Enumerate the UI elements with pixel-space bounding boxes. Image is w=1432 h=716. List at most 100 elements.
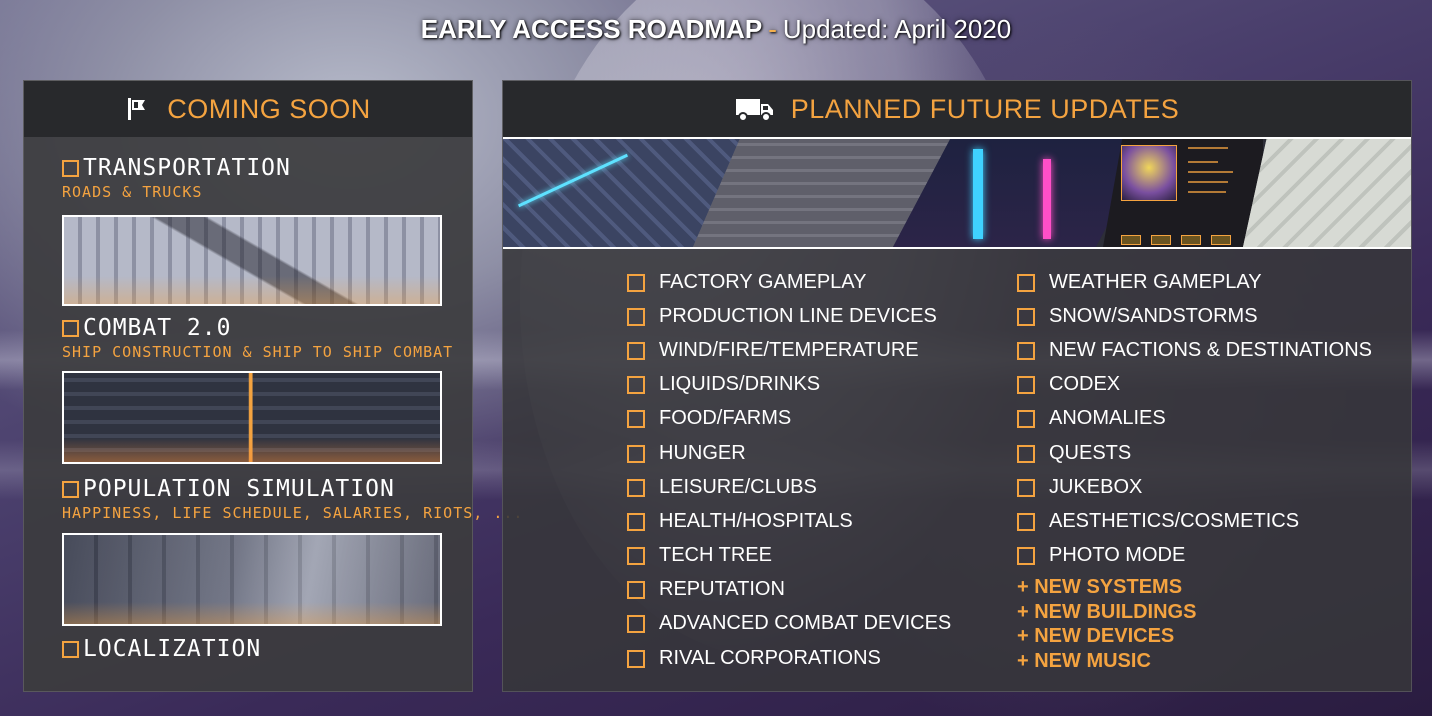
codex-line bbox=[1188, 181, 1228, 183]
feature-item: CODEX bbox=[1017, 373, 1120, 396]
checkbox-icon bbox=[627, 478, 645, 497]
feature-label: LIQUIDS/DRINKS bbox=[659, 373, 821, 395]
planned-updates-panel: PLANNED FUTURE UPDATES FACTORY GAMEPLAY … bbox=[502, 80, 1412, 692]
population-screenshot bbox=[62, 533, 442, 626]
feature-item: PRODUCTION LINE DEVICES bbox=[627, 305, 937, 328]
checkbox-icon bbox=[62, 480, 79, 498]
feature-item: ANOMALIES bbox=[1017, 407, 1166, 430]
feature-item: PHOTO MODE bbox=[1017, 544, 1185, 567]
feature-label: NEW FACTIONS & DESTINATIONS bbox=[1049, 339, 1372, 361]
feature-item: AESTHETICS/COSMETICS bbox=[1017, 510, 1299, 533]
checkbox-icon bbox=[1017, 546, 1035, 565]
checkbox-icon bbox=[1017, 375, 1035, 394]
feature-item: NEW FACTIONS & DESTINATIONS bbox=[1017, 339, 1372, 362]
coming-soon-panel: COMING SOON TRANSPORTATION ROADS & TRUCK… bbox=[23, 80, 522, 692]
feature-label: HEALTH/HOSPITALS bbox=[659, 510, 853, 532]
checkbox-icon bbox=[627, 580, 645, 599]
feature-label: FACTORY GAMEPLAY bbox=[659, 271, 867, 293]
feature-item: LIQUIDS/DRINKS bbox=[627, 373, 820, 396]
checkbox-icon bbox=[627, 307, 645, 326]
codex-tag bbox=[1151, 235, 1171, 245]
banner-snow-image bbox=[1243, 139, 1411, 247]
feature-label: RIVAL CORPORATIONS bbox=[659, 647, 881, 669]
feature-label: CODEX bbox=[1049, 373, 1121, 395]
feature-item: WEATHER GAMEPLAY bbox=[1017, 271, 1262, 294]
banner-codex-image bbox=[1103, 139, 1263, 247]
feature-item: WIND/FIRE/TEMPERATURE bbox=[627, 339, 919, 362]
feature-item: SNOW/SANDSTORMS bbox=[1017, 305, 1258, 328]
planned-updates-title: PLANNED FUTURE UPDATES bbox=[790, 93, 1180, 124]
checkbox-icon bbox=[1017, 341, 1035, 360]
feature-label: ANOMALIES bbox=[1049, 407, 1166, 429]
title-separator: - bbox=[768, 14, 777, 44]
checkbox-icon bbox=[627, 649, 645, 668]
feature-item: LEISURE/CLUBS bbox=[627, 476, 817, 499]
title-updated: Updated: April 2020 bbox=[782, 14, 1012, 44]
checkbox-icon bbox=[627, 512, 645, 531]
coming-soon-item: TRANSPORTATION ROADS & TRUCKS bbox=[62, 155, 291, 201]
combat-screenshot bbox=[62, 371, 442, 464]
checkbox-icon bbox=[627, 273, 645, 292]
checkbox-icon bbox=[1017, 307, 1035, 326]
feature-label: PHOTO MODE bbox=[1049, 544, 1186, 566]
checkbox-icon bbox=[62, 159, 79, 177]
extra-item: + NEW BUILDINGS bbox=[1017, 601, 1197, 623]
feature-item: RIVAL CORPORATIONS bbox=[627, 647, 881, 670]
feature-item: JUKEBOX bbox=[1017, 476, 1142, 499]
codex-line bbox=[1188, 147, 1228, 149]
feature-item: REPUTATION bbox=[627, 578, 785, 601]
item-subtitle: HAPPINESS, LIFE SCHEDULE, SALARIES, RIOT… bbox=[62, 504, 524, 522]
item-subtitle: SHIP CONSTRUCTION & SHIP TO SHIP COMBAT bbox=[62, 343, 454, 361]
feature-label: WIND/FIRE/TEMPERATURE bbox=[659, 339, 919, 361]
feature-item: ADVANCED COMBAT DEVICES bbox=[627, 612, 951, 635]
feature-label: WEATHER GAMEPLAY bbox=[1049, 271, 1262, 293]
coming-soon-item: COMBAT 2.0 SHIP CONSTRUCTION & SHIP TO S… bbox=[62, 315, 453, 361]
codex-tag bbox=[1121, 235, 1141, 245]
item-label: TRANSPORTATION bbox=[83, 155, 291, 181]
checkbox-icon bbox=[627, 546, 645, 565]
coming-soon-item: POPULATION SIMULATION HAPPINESS, LIFE SC… bbox=[62, 476, 523, 522]
feature-label: LEISURE/CLUBS bbox=[659, 476, 817, 498]
feature-label: REPUTATION bbox=[659, 578, 785, 600]
checkbox-icon bbox=[627, 614, 645, 633]
codex-line bbox=[1188, 171, 1233, 173]
codex-line bbox=[1188, 161, 1218, 163]
codex-portrait bbox=[1121, 145, 1177, 201]
feature-label: PRODUCTION LINE DEVICES bbox=[659, 305, 937, 327]
planned-updates-banner bbox=[503, 137, 1411, 249]
flag-icon bbox=[128, 98, 146, 120]
checkbox-icon bbox=[1017, 444, 1035, 463]
feature-label: QUESTS bbox=[1049, 442, 1132, 464]
item-label: COMBAT 2.0 bbox=[83, 315, 232, 341]
coming-soon-item: LOCALIZATION bbox=[62, 636, 261, 662]
extra-item: + NEW DEVICES bbox=[1017, 625, 1175, 647]
feature-item: FACTORY GAMEPLAY bbox=[627, 271, 866, 294]
codex-tag bbox=[1211, 235, 1231, 245]
transportation-screenshot bbox=[62, 215, 442, 306]
feature-label: TECH TREE bbox=[659, 544, 772, 566]
feature-item: QUESTS bbox=[1017, 442, 1131, 465]
extra-item: + NEW SYSTEMS bbox=[1017, 576, 1183, 598]
checkbox-icon bbox=[62, 319, 79, 337]
planned-updates-header: PLANNED FUTURE UPDATES bbox=[503, 81, 1411, 137]
item-label: POPULATION SIMULATION bbox=[83, 476, 395, 502]
feature-label: AESTHETICS/COSMETICS bbox=[1049, 510, 1300, 532]
page-title: EARLY ACCESS ROADMAP - Updated: April 2020 bbox=[0, 14, 1432, 45]
checkbox-icon bbox=[627, 409, 645, 428]
feature-label: JUKEBOX bbox=[1049, 476, 1143, 498]
item-subtitle: ROADS & TRUCKS bbox=[62, 183, 203, 201]
checkbox-icon bbox=[627, 375, 645, 394]
feature-item: HUNGER bbox=[627, 442, 746, 465]
feature-label: FOOD/FARMS bbox=[659, 407, 792, 429]
checkbox-icon bbox=[1017, 512, 1035, 531]
codex-line bbox=[1188, 191, 1226, 193]
feature-item: TECH TREE bbox=[627, 544, 772, 567]
codex-tag bbox=[1181, 235, 1201, 245]
item-label: LOCALIZATION bbox=[83, 636, 262, 662]
checkbox-icon bbox=[62, 640, 79, 658]
checkbox-icon bbox=[1017, 409, 1035, 428]
checkbox-icon bbox=[627, 444, 645, 463]
feature-item: HEALTH/HOSPITALS bbox=[627, 510, 853, 533]
title-main: EARLY ACCESS ROADMAP bbox=[420, 14, 763, 44]
extra-item: + NEW MUSIC bbox=[1017, 650, 1151, 672]
